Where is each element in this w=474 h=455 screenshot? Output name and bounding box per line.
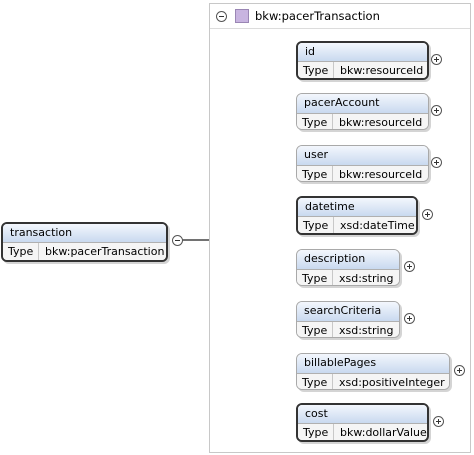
type-label: Type — [298, 62, 334, 78]
type-value: xsd:string — [339, 324, 394, 337]
panel-title: bkw:pacerTransaction — [255, 9, 380, 23]
element-name: searchCriteria — [297, 302, 399, 322]
type-value: bkw:resourceId — [339, 168, 423, 181]
element-name: billablePages — [297, 354, 449, 374]
plus-circle-icon[interactable] — [431, 157, 442, 168]
element-name: transaction — [3, 224, 166, 243]
type-value: xsd:string — [339, 272, 394, 285]
child-element-pacer-account[interactable]: pacerAccount Type bkw:resourceId — [296, 93, 429, 130]
root-element-transaction[interactable]: transaction Type bkw:pacerTransaction — [1, 222, 168, 262]
panel-header: bkw:pacerTransaction — [210, 4, 470, 26]
element-name: datetime — [298, 198, 416, 217]
type-label: Type — [3, 243, 39, 260]
type-value: bkw:pacerTransaction — [45, 245, 165, 258]
element-name: description — [297, 250, 399, 270]
element-name: pacerAccount — [297, 94, 428, 114]
type-value: bkw:dollarValue — [340, 426, 427, 439]
child-element-billable-pages[interactable]: billablePages Type xsd:positiveInteger — [296, 353, 450, 390]
type-value: bkw:resourceId — [339, 116, 423, 129]
plus-circle-icon[interactable] — [431, 105, 442, 116]
plus-circle-icon[interactable] — [431, 54, 442, 65]
minus-circle-icon[interactable] — [172, 235, 183, 246]
complex-type-square-icon — [235, 9, 249, 23]
child-element-description[interactable]: description Type xsd:string — [296, 249, 400, 286]
child-element-user[interactable]: user Type bkw:resourceId — [296, 145, 429, 182]
type-label: Type — [297, 270, 333, 285]
type-label: Type — [297, 114, 333, 129]
type-label: Type — [297, 374, 333, 389]
type-label: Type — [298, 217, 334, 233]
plus-circle-icon[interactable] — [404, 261, 415, 272]
element-name: id — [298, 43, 427, 62]
element-name: user — [297, 146, 428, 166]
type-label: Type — [298, 424, 334, 440]
child-element-cost[interactable]: cost Type bkw:dollarValue — [296, 403, 429, 442]
type-value: bkw:resourceId — [340, 64, 424, 77]
child-element-id[interactable]: id Type bkw:resourceId — [296, 41, 429, 80]
type-label: Type — [297, 166, 333, 181]
plus-circle-icon[interactable] — [454, 365, 465, 376]
type-label: Type — [297, 322, 333, 337]
panel-divider — [210, 28, 470, 29]
element-name: cost — [298, 405, 427, 424]
plus-circle-icon[interactable] — [404, 313, 415, 324]
type-value: xsd:dateTime — [340, 219, 415, 232]
minus-circle-icon[interactable] — [216, 11, 227, 22]
type-value: xsd:positiveInteger — [339, 376, 445, 389]
plus-circle-icon[interactable] — [433, 416, 444, 427]
child-element-search-criteria[interactable]: searchCriteria Type xsd:string — [296, 301, 400, 338]
plus-circle-icon[interactable] — [422, 209, 433, 220]
child-element-datetime[interactable]: datetime Type xsd:dateTime — [296, 196, 418, 235]
